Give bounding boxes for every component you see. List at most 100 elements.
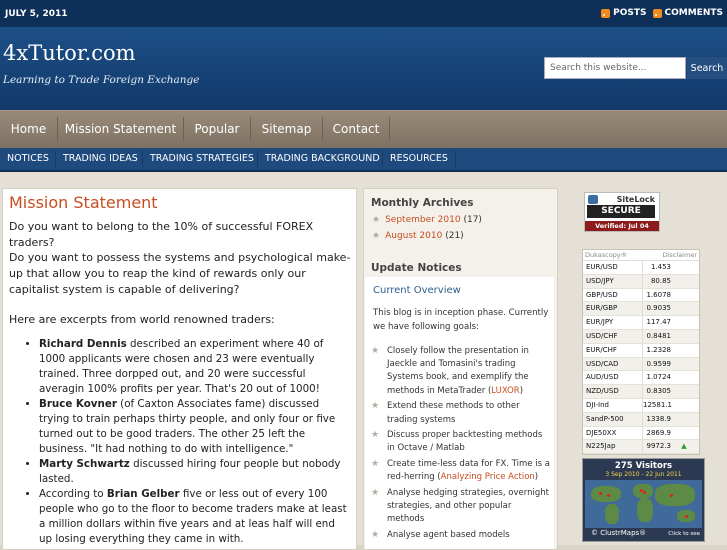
- goal-item: ★ Closely follow the presentation in Jaec…: [371, 345, 551, 398]
- quote-symbol: AUD/USD: [586, 373, 619, 382]
- goal-text: Extend these methods to other trading sy…: [387, 401, 520, 425]
- quote-symbol: USD/CHF: [586, 331, 618, 340]
- goal-text: Analyse hedging strategies, overnight st…: [387, 488, 549, 525]
- list-item: Bruce Kovner (of Caxton Associates fame)…: [39, 397, 351, 457]
- trader-name: Bruce Kovner: [39, 398, 117, 410]
- quote-row: USD/CHF 0.8481: [583, 329, 699, 344]
- nav-sitemap[interactable]: Sitemap: [251, 111, 322, 148]
- archive-item: ★ August 2010 (21): [372, 231, 464, 241]
- luxor-link[interactable]: LUXOR: [491, 386, 519, 396]
- star-bullet-icon: ★: [371, 488, 380, 499]
- feed-links: POSTS COMMENTS: [601, 8, 723, 18]
- update-subtitle: Current Overview: [373, 285, 461, 296]
- goal-suffix: ): [519, 385, 524, 396]
- quote-value: 0.9599: [642, 357, 674, 371]
- up-arrow-icon: [674, 371, 694, 384]
- star-bullet-icon: ★: [371, 530, 380, 541]
- quote-value: 0.8481: [642, 329, 674, 343]
- world-map: [585, 480, 702, 528]
- up-arrow-icon: ▲: [681, 442, 687, 451]
- list-item: Marty Schwartz discussed hiring four peo…: [39, 457, 351, 487]
- quote-symbol: DJE50XX: [586, 428, 617, 437]
- posts-feed-link[interactable]: POSTS: [601, 8, 647, 18]
- quote-symbol: EUR/JPY: [586, 318, 614, 327]
- quote-row: EUR/GBP 0.9035: [583, 302, 699, 317]
- main-article: Mission Statement Do you want to belong …: [2, 188, 357, 550]
- quotes-widget: Dukascopy® Disclaimer EUR/USD 1.453 USD/JP…: [582, 249, 700, 456]
- middle-sidebar: Monthly Archives ★ September 2010 (17) ★ A…: [363, 188, 558, 550]
- clustrmaps-widget[interactable]: 275 Visitors 3 Sep 2010 - 22 Jun 2011 © …: [582, 458, 705, 542]
- up-arrow-icon: [674, 344, 694, 357]
- visitor-count: 275 Visitors: [614, 461, 673, 471]
- cat-notices[interactable]: NOTICES: [7, 148, 49, 170]
- quote-symbol: NZD/USD: [586, 387, 619, 396]
- star-bullet-icon: ★: [371, 346, 380, 356]
- nav-contact[interactable]: Contact: [323, 111, 389, 148]
- search-form: Search: [544, 57, 727, 79]
- quote-value: 0.9035: [642, 302, 674, 316]
- site-title[interactable]: 4xTutor.com: [3, 41, 136, 65]
- quote-value: 80.85: [642, 274, 674, 288]
- quotes-disclaimer[interactable]: Disclaimer: [663, 250, 697, 260]
- sitelock-badge[interactable]: SiteLock SECURE Verified: Jul 04: [584, 192, 660, 232]
- quote-row: EUR/JPY 117.47: [583, 316, 699, 330]
- quote-row: SandP-500 1338.9: [583, 412, 699, 427]
- rss-icon: [601, 8, 611, 18]
- primary-nav: Home Mission Statement Popular Sitemap C…: [0, 110, 727, 148]
- up-arrow-icon: [674, 427, 694, 440]
- quotes-table: EUR/USD 1.453 USD/JPY 80.85 GBP/USD 1.6078 EUR…: [583, 261, 699, 455]
- search-button[interactable]: Search: [687, 57, 727, 79]
- nav-divider: [455, 151, 456, 167]
- quote-value: 117.47: [642, 316, 674, 329]
- top-bar: JULY 5, 2011 POSTS COMMENTS: [0, 0, 727, 27]
- star-bullet-icon: ★: [372, 215, 381, 225]
- quote-value: 1.2328: [642, 343, 674, 357]
- intro-paragraph: Do you want to belong to the 10% of succ…: [9, 220, 314, 250]
- price-action-link[interactable]: Analyzing Price Action: [441, 472, 535, 482]
- quote-symbol: DJI-Ind: [586, 400, 609, 409]
- cat-resources[interactable]: RESOURCES: [390, 148, 448, 170]
- up-arrow-icon: [674, 261, 694, 274]
- quote-row: USD/CAD 0.9599: [583, 357, 699, 372]
- quote-symbol: N225Jap: [586, 442, 616, 451]
- goals-list: ★ Closely follow the presentation in Jaec…: [371, 345, 551, 545]
- quote-value: 1.0724: [642, 371, 674, 385]
- goal-suffix: ): [534, 472, 539, 483]
- up-arrow-icon: [674, 302, 694, 315]
- update-intro: This blog is in inception phase. Current…: [373, 308, 549, 332]
- page-title: Mission Statement: [9, 193, 158, 212]
- archive-link[interactable]: August 2010: [385, 231, 442, 241]
- quote-row: DJI-Ind 12581.1: [583, 398, 699, 413]
- quote-row: NZD/USD 0.8305: [583, 385, 699, 399]
- quote-value: 1.453: [642, 261, 674, 274]
- quote-symbol: USD/JPY: [586, 276, 614, 285]
- goal-item: ★ Analyse agent based models: [371, 529, 551, 542]
- comments-feed-link[interactable]: COMMENTS: [652, 8, 723, 18]
- clustrmaps-click: Click to see: [668, 531, 700, 537]
- cat-trading-ideas[interactable]: TRADING IDEAS: [63, 148, 138, 170]
- nav-popular[interactable]: Popular: [184, 111, 250, 148]
- quote-value: 12581.1: [642, 398, 674, 412]
- visitor-range: 3 Sep 2010 - 22 Jun 2011: [605, 471, 682, 478]
- up-arrow-icon: [674, 316, 694, 329]
- goal-text: Discuss proper backtesting methods in Oc…: [387, 430, 543, 454]
- quote-row: EUR/USD 1.453: [583, 261, 699, 275]
- star-bullet-icon: ★: [372, 231, 381, 241]
- updates-heading: Update Notices: [371, 262, 462, 274]
- quote-value: 9972.3: [642, 440, 674, 454]
- nav-home[interactable]: Home: [0, 111, 57, 148]
- quotes-provider[interactable]: Dukascopy®: [585, 250, 627, 260]
- nav-divider: [389, 117, 390, 141]
- quote-symbol: EUR/GBP: [586, 304, 618, 313]
- cat-trading-strategies[interactable]: TRADING STRATEGIES: [150, 148, 254, 170]
- quote-row: USD/JPY 80.85: [583, 274, 699, 289]
- quote-value: 0.8305: [642, 385, 674, 398]
- nav-mission-statement[interactable]: Mission Statement: [58, 111, 183, 148]
- quote-symbol: USD/CAD: [586, 359, 619, 368]
- clustrmaps-brand: © ClustrMaps®: [591, 529, 647, 537]
- nav-divider: [382, 151, 383, 167]
- item-prefix: According to: [39, 488, 107, 500]
- cat-trading-background[interactable]: TRADING BACKGROUND: [265, 148, 380, 170]
- search-input[interactable]: [544, 57, 686, 79]
- archive-link[interactable]: September 2010: [385, 215, 461, 225]
